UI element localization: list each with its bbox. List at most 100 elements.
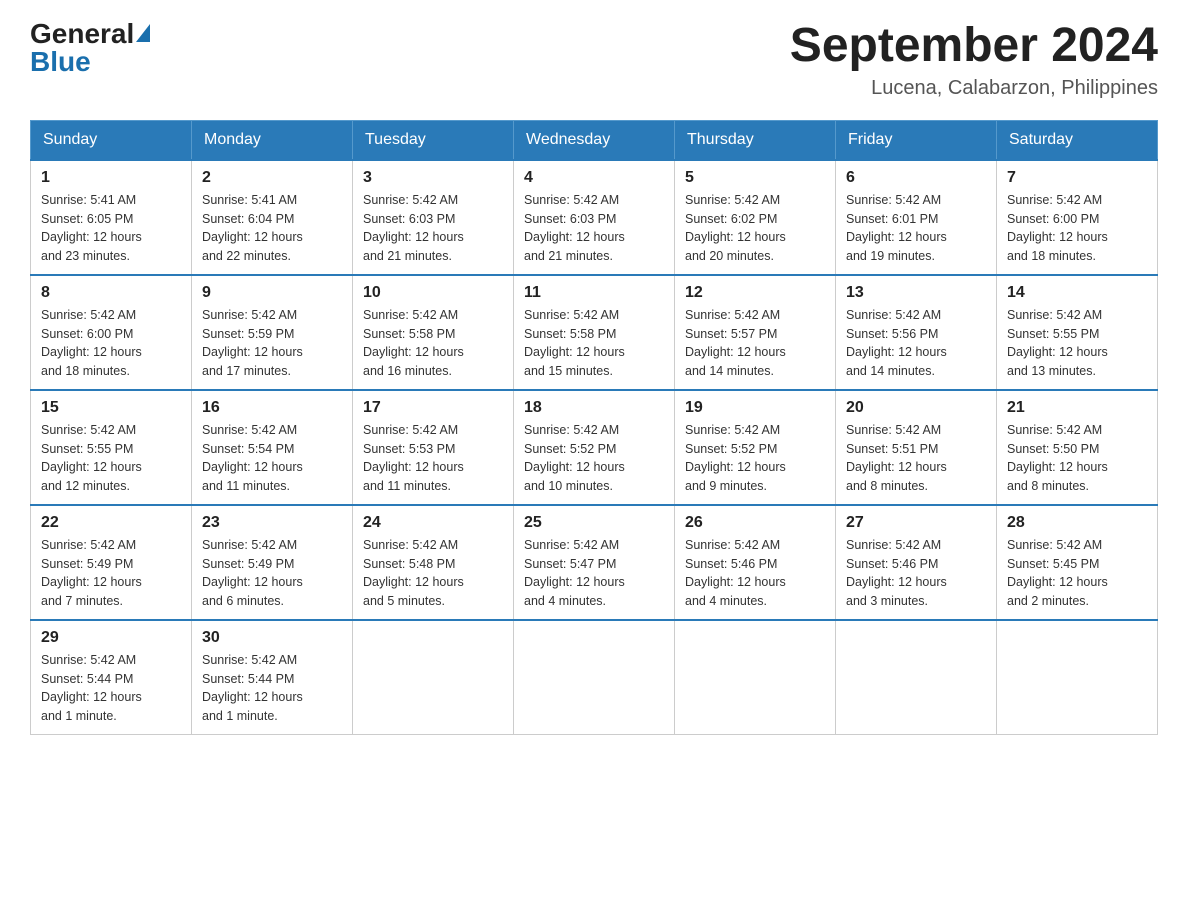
day-cell-18: 18 Sunrise: 5:42 AMSunset: 5:52 PMDaylig… [514, 390, 675, 505]
day-info: Sunrise: 5:42 AMSunset: 6:03 PMDaylight:… [524, 191, 664, 266]
day-number: 24 [363, 514, 503, 532]
day-cell-20: 20 Sunrise: 5:42 AMSunset: 5:51 PMDaylig… [836, 390, 997, 505]
day-number: 20 [846, 399, 986, 417]
day-cell-3: 3 Sunrise: 5:42 AMSunset: 6:03 PMDayligh… [353, 160, 514, 275]
calendar-week-1: 1 Sunrise: 5:41 AMSunset: 6:05 PMDayligh… [31, 160, 1158, 275]
day-number: 15 [41, 399, 181, 417]
col-thursday: Thursday [675, 120, 836, 160]
day-number: 26 [685, 514, 825, 532]
day-info: Sunrise: 5:41 AMSunset: 6:05 PMDaylight:… [41, 191, 181, 266]
day-number: 16 [202, 399, 342, 417]
day-number: 7 [1007, 169, 1147, 187]
day-info: Sunrise: 5:42 AMSunset: 5:53 PMDaylight:… [363, 421, 503, 496]
day-number: 9 [202, 284, 342, 302]
day-info: Sunrise: 5:42 AMSunset: 5:48 PMDaylight:… [363, 536, 503, 611]
day-number: 25 [524, 514, 664, 532]
col-tuesday: Tuesday [353, 120, 514, 160]
day-number: 21 [1007, 399, 1147, 417]
day-number: 14 [1007, 284, 1147, 302]
day-number: 3 [363, 169, 503, 187]
day-cell-25: 25 Sunrise: 5:42 AMSunset: 5:47 PMDaylig… [514, 505, 675, 620]
day-cell-29: 29 Sunrise: 5:42 AMSunset: 5:44 PMDaylig… [31, 620, 192, 735]
day-cell-23: 23 Sunrise: 5:42 AMSunset: 5:49 PMDaylig… [192, 505, 353, 620]
day-info: Sunrise: 5:42 AMSunset: 5:46 PMDaylight:… [846, 536, 986, 611]
day-cell-12: 12 Sunrise: 5:42 AMSunset: 5:57 PMDaylig… [675, 275, 836, 390]
day-cell-22: 22 Sunrise: 5:42 AMSunset: 5:49 PMDaylig… [31, 505, 192, 620]
day-cell-13: 13 Sunrise: 5:42 AMSunset: 5:56 PMDaylig… [836, 275, 997, 390]
day-cell-2: 2 Sunrise: 5:41 AMSunset: 6:04 PMDayligh… [192, 160, 353, 275]
day-info: Sunrise: 5:42 AMSunset: 5:54 PMDaylight:… [202, 421, 342, 496]
day-cell-8: 8 Sunrise: 5:42 AMSunset: 6:00 PMDayligh… [31, 275, 192, 390]
day-info: Sunrise: 5:42 AMSunset: 5:46 PMDaylight:… [685, 536, 825, 611]
day-number: 28 [1007, 514, 1147, 532]
col-saturday: Saturday [997, 120, 1158, 160]
day-info: Sunrise: 5:42 AMSunset: 6:02 PMDaylight:… [685, 191, 825, 266]
day-info: Sunrise: 5:42 AMSunset: 5:56 PMDaylight:… [846, 306, 986, 381]
calendar-week-5: 29 Sunrise: 5:42 AMSunset: 5:44 PMDaylig… [31, 620, 1158, 735]
day-info: Sunrise: 5:42 AMSunset: 5:55 PMDaylight:… [41, 421, 181, 496]
logo: General Blue [30, 20, 150, 76]
day-number: 27 [846, 514, 986, 532]
day-info: Sunrise: 5:42 AMSunset: 6:01 PMDaylight:… [846, 191, 986, 266]
day-number: 30 [202, 629, 342, 647]
calendar-week-3: 15 Sunrise: 5:42 AMSunset: 5:55 PMDaylig… [31, 390, 1158, 505]
col-wednesday: Wednesday [514, 120, 675, 160]
day-info: Sunrise: 5:42 AMSunset: 5:50 PMDaylight:… [1007, 421, 1147, 496]
day-info: Sunrise: 5:42 AMSunset: 5:59 PMDaylight:… [202, 306, 342, 381]
col-friday: Friday [836, 120, 997, 160]
empty-cell [675, 620, 836, 735]
day-number: 12 [685, 284, 825, 302]
day-info: Sunrise: 5:42 AMSunset: 5:45 PMDaylight:… [1007, 536, 1147, 611]
day-cell-6: 6 Sunrise: 5:42 AMSunset: 6:01 PMDayligh… [836, 160, 997, 275]
logo-general-text: General [30, 20, 134, 48]
day-cell-11: 11 Sunrise: 5:42 AMSunset: 5:58 PMDaylig… [514, 275, 675, 390]
calendar-header-row: Sunday Monday Tuesday Wednesday Thursday… [31, 120, 1158, 160]
day-number: 22 [41, 514, 181, 532]
day-cell-17: 17 Sunrise: 5:42 AMSunset: 5:53 PMDaylig… [353, 390, 514, 505]
day-info: Sunrise: 5:42 AMSunset: 5:52 PMDaylight:… [524, 421, 664, 496]
day-info: Sunrise: 5:42 AMSunset: 5:55 PMDaylight:… [1007, 306, 1147, 381]
day-info: Sunrise: 5:42 AMSunset: 5:44 PMDaylight:… [202, 651, 342, 726]
day-info: Sunrise: 5:42 AMSunset: 6:03 PMDaylight:… [363, 191, 503, 266]
day-cell-15: 15 Sunrise: 5:42 AMSunset: 5:55 PMDaylig… [31, 390, 192, 505]
logo-blue-text: Blue [30, 46, 91, 77]
day-number: 4 [524, 169, 664, 187]
day-cell-27: 27 Sunrise: 5:42 AMSunset: 5:46 PMDaylig… [836, 505, 997, 620]
location-title: Lucena, Calabarzon, Philippines [790, 77, 1158, 100]
title-block: September 2024 Lucena, Calabarzon, Phili… [790, 20, 1158, 100]
day-cell-24: 24 Sunrise: 5:42 AMSunset: 5:48 PMDaylig… [353, 505, 514, 620]
day-cell-5: 5 Sunrise: 5:42 AMSunset: 6:02 PMDayligh… [675, 160, 836, 275]
day-number: 10 [363, 284, 503, 302]
day-number: 23 [202, 514, 342, 532]
day-number: 1 [41, 169, 181, 187]
day-info: Sunrise: 5:42 AMSunset: 5:51 PMDaylight:… [846, 421, 986, 496]
day-info: Sunrise: 5:42 AMSunset: 5:52 PMDaylight:… [685, 421, 825, 496]
day-info: Sunrise: 5:42 AMSunset: 6:00 PMDaylight:… [1007, 191, 1147, 266]
logo-triangle-icon [136, 24, 150, 42]
day-number: 6 [846, 169, 986, 187]
day-cell-4: 4 Sunrise: 5:42 AMSunset: 6:03 PMDayligh… [514, 160, 675, 275]
day-info: Sunrise: 5:42 AMSunset: 5:58 PMDaylight:… [524, 306, 664, 381]
month-title: September 2024 [790, 20, 1158, 73]
day-number: 13 [846, 284, 986, 302]
day-number: 19 [685, 399, 825, 417]
day-cell-28: 28 Sunrise: 5:42 AMSunset: 5:45 PMDaylig… [997, 505, 1158, 620]
day-number: 8 [41, 284, 181, 302]
day-number: 29 [41, 629, 181, 647]
day-number: 2 [202, 169, 342, 187]
day-number: 17 [363, 399, 503, 417]
day-cell-26: 26 Sunrise: 5:42 AMSunset: 5:46 PMDaylig… [675, 505, 836, 620]
calendar-week-4: 22 Sunrise: 5:42 AMSunset: 5:49 PMDaylig… [31, 505, 1158, 620]
day-info: Sunrise: 5:42 AMSunset: 6:00 PMDaylight:… [41, 306, 181, 381]
day-info: Sunrise: 5:42 AMSunset: 5:47 PMDaylight:… [524, 536, 664, 611]
calendar-week-2: 8 Sunrise: 5:42 AMSunset: 6:00 PMDayligh… [31, 275, 1158, 390]
day-number: 5 [685, 169, 825, 187]
day-cell-10: 10 Sunrise: 5:42 AMSunset: 5:58 PMDaylig… [353, 275, 514, 390]
day-cell-21: 21 Sunrise: 5:42 AMSunset: 5:50 PMDaylig… [997, 390, 1158, 505]
day-cell-7: 7 Sunrise: 5:42 AMSunset: 6:00 PMDayligh… [997, 160, 1158, 275]
day-info: Sunrise: 5:42 AMSunset: 5:58 PMDaylight:… [363, 306, 503, 381]
day-info: Sunrise: 5:42 AMSunset: 5:49 PMDaylight:… [41, 536, 181, 611]
col-sunday: Sunday [31, 120, 192, 160]
day-cell-19: 19 Sunrise: 5:42 AMSunset: 5:52 PMDaylig… [675, 390, 836, 505]
empty-cell [514, 620, 675, 735]
